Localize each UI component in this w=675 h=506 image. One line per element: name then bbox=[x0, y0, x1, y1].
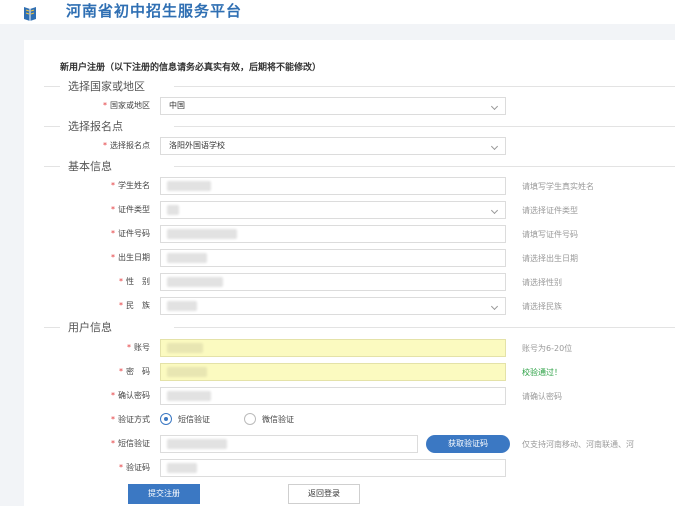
school-select[interactable]: 洛阳外国语学校 bbox=[160, 137, 506, 155]
field-hint: 仅支持河南移动、河南联通、河 bbox=[522, 440, 634, 449]
row-id-number: * 证件号码 请填写证件号码 bbox=[24, 225, 675, 243]
field-label: 验证方式 bbox=[118, 415, 150, 424]
section-user-info: 用户信息 bbox=[24, 319, 675, 335]
book-logo-icon bbox=[24, 7, 36, 21]
row-password: * 密 码 校验通过！ bbox=[24, 363, 675, 381]
field-hint: 请选择证件类型 bbox=[522, 206, 578, 215]
sms-code-input[interactable] bbox=[160, 435, 418, 453]
row-confirm-password: * 确认密码 请确认密码 bbox=[24, 387, 675, 405]
registration-page: 河南省初中招生服务平台 新用户注册（以下注册的信息请务必真实有效，后期将不能修改… bbox=[0, 0, 675, 506]
captcha-input[interactable] bbox=[160, 459, 506, 477]
row-country: * 国家或地区 中国 bbox=[24, 97, 675, 115]
site-title: 河南省初中招生服务平台 bbox=[66, 2, 243, 20]
gender-select[interactable] bbox=[160, 273, 506, 291]
radio-label: 微信验证 bbox=[262, 415, 294, 424]
section-title: 选择报名点 bbox=[68, 120, 123, 133]
field-label: 选择报名点 bbox=[110, 141, 150, 150]
password-input[interactable] bbox=[160, 363, 506, 381]
sms-verify-radio[interactable] bbox=[160, 413, 172, 425]
get-code-button[interactable]: 获取验证码 bbox=[426, 435, 510, 453]
field-label: 国家或地区 bbox=[110, 101, 150, 110]
confirm-password-input[interactable] bbox=[160, 387, 506, 405]
row-student-name: * 学生姓名 请填写学生真实姓名 bbox=[24, 177, 675, 195]
row-gender: * 性 别 请选择性别 bbox=[24, 273, 675, 291]
section-school: 选择报名点 bbox=[24, 118, 675, 134]
row-ethnicity: * 民 族 请选择民族 bbox=[24, 297, 675, 315]
row-account: * 账号 账号为6-20位 bbox=[24, 339, 675, 357]
field-label: 性 别 bbox=[126, 277, 150, 286]
field-label: 确认密码 bbox=[118, 391, 150, 400]
section-country: 选择国家或地区 bbox=[24, 78, 675, 94]
form-title: 新用户注册（以下注册的信息请务必真实有效，后期将不能修改） bbox=[60, 63, 322, 73]
row-verify-method: * 验证方式 短信验证 微信验证 bbox=[111, 413, 294, 425]
chevron-down-icon bbox=[490, 102, 499, 111]
chevron-down-icon bbox=[490, 142, 499, 151]
row-id-type: * 证件类型 请选择证件类型 bbox=[24, 201, 675, 219]
account-input[interactable] bbox=[160, 339, 506, 357]
id-type-select[interactable] bbox=[160, 201, 506, 219]
field-hint: 请选择出生日期 bbox=[522, 254, 578, 263]
site-header: 河南省初中招生服务平台 bbox=[0, 0, 675, 24]
birth-date-input[interactable] bbox=[160, 249, 506, 267]
wechat-verify-radio[interactable] bbox=[244, 413, 256, 425]
field-hint: 请确认密码 bbox=[522, 392, 562, 401]
ethnicity-select[interactable] bbox=[160, 297, 506, 315]
radio-label: 短信验证 bbox=[178, 415, 210, 424]
field-hint: 请填写证件号码 bbox=[522, 230, 578, 239]
field-label: 短信验证 bbox=[118, 439, 150, 448]
student-name-input[interactable] bbox=[160, 177, 506, 195]
field-hint: 账号为6-20位 bbox=[522, 344, 573, 353]
chevron-down-icon bbox=[490, 302, 499, 311]
row-captcha: * 验证码 bbox=[24, 459, 675, 477]
field-label: 证件类型 bbox=[118, 205, 150, 214]
field-hint: 请填写学生真实姓名 bbox=[522, 182, 594, 191]
row-school: * 选择报名点 洛阳外国语学校 bbox=[24, 137, 675, 155]
id-number-input[interactable] bbox=[160, 225, 506, 243]
field-hint: 请选择民族 bbox=[522, 302, 562, 311]
field-label: 出生日期 bbox=[118, 253, 150, 262]
section-title: 用户信息 bbox=[68, 321, 112, 334]
section-title: 基本信息 bbox=[68, 160, 112, 173]
chevron-down-icon bbox=[490, 206, 499, 215]
section-basic-info: 基本信息 bbox=[24, 158, 675, 174]
field-label: 民 族 bbox=[126, 301, 150, 310]
field-label: 密 码 bbox=[126, 367, 150, 376]
field-label: 验证码 bbox=[126, 463, 150, 472]
field-label: 证件号码 bbox=[118, 229, 150, 238]
field-hint: 请选择性别 bbox=[522, 278, 562, 287]
submit-register-button[interactable]: 提交注册 bbox=[128, 484, 200, 504]
row-sms-code: * 短信验证 获取验证码 仅支持河南移动、河南联通、河 bbox=[24, 435, 675, 453]
row-birth-date: * 出生日期 请选择出生日期 bbox=[24, 249, 675, 267]
country-select[interactable]: 中国 bbox=[160, 97, 506, 115]
section-title: 选择国家或地区 bbox=[68, 80, 145, 93]
back-to-login-button[interactable]: 返回登录 bbox=[288, 484, 360, 504]
field-label: 账号 bbox=[134, 343, 150, 352]
password-valid-hint: 校验通过！ bbox=[522, 368, 562, 377]
registration-form: 新用户注册（以下注册的信息请务必真实有效，后期将不能修改） 选择国家或地区 * 国… bbox=[24, 40, 675, 506]
field-label: 学生姓名 bbox=[118, 181, 150, 190]
